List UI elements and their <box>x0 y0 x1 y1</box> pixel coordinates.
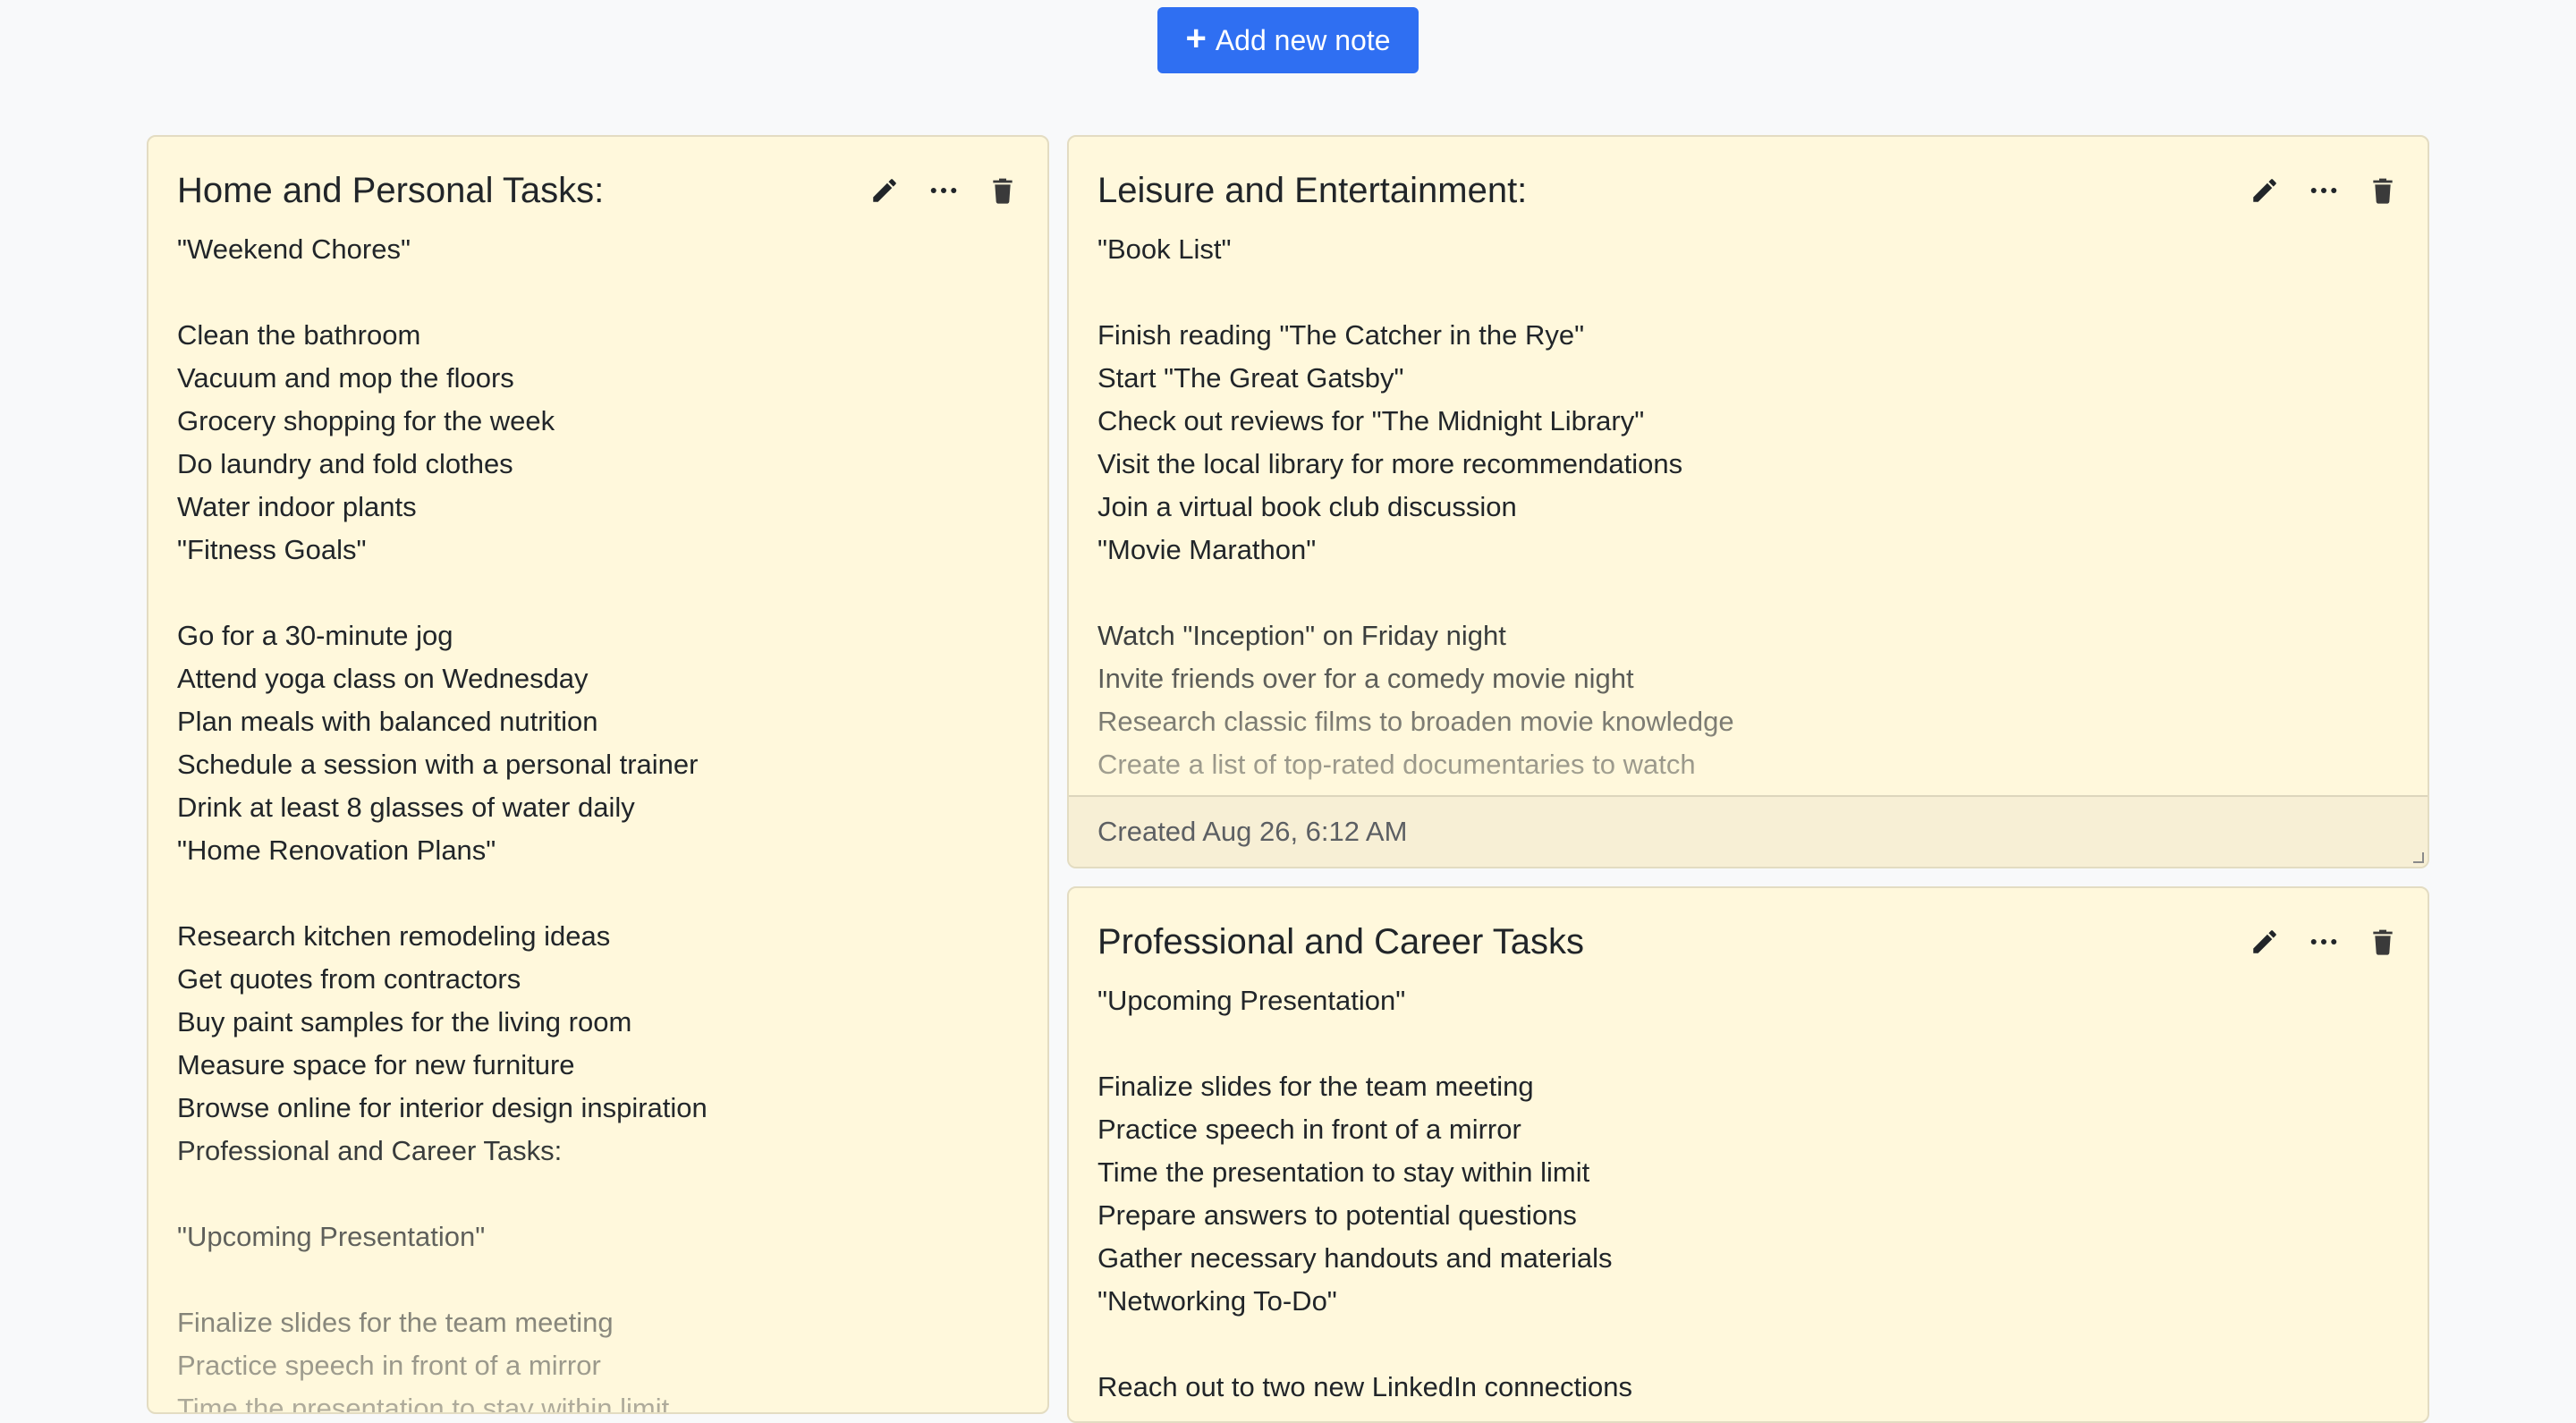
note-line: Invite friends over for a comedy movie n… <box>1097 663 1634 694</box>
note-line: "Upcoming Presentation" <box>1097 985 1406 1016</box>
note-header: Professional and Career Tasks <box>1097 917 2399 967</box>
note-card-leisure: Leisure and Entertainment: "Book List" Fi… <box>1067 135 2429 868</box>
note-line: Do laundry and fold clothes <box>177 448 513 479</box>
note-line: Get quotes from contractors <box>177 963 521 995</box>
note-line: Drink at least 8 glasses of water daily <box>177 792 635 823</box>
add-new-note-button[interactable]: + Add new note <box>1157 7 1419 73</box>
note-line: Prepare answers to potential questions <box>1097 1199 1577 1231</box>
note-line: Practice speech in front of a mirror <box>1097 1114 1521 1145</box>
note-line: Time the presentation to stay within lim… <box>1097 1156 1590 1188</box>
note-header: Leisure and Entertainment: <box>1097 165 2399 216</box>
note-footer: Created Aug 26, 6:12 AM <box>1069 795 2428 867</box>
more-options-icon[interactable] <box>928 174 960 207</box>
note-line: "Networking To-Do" <box>1097 1285 1337 1317</box>
note-line <box>177 271 1019 314</box>
note-line: Visit the local library for more recomme… <box>1097 448 1683 479</box>
note-body: "Upcoming Presentation" Finalize slides f… <box>1097 979 2399 1421</box>
note-line: "Home Renovation Plans" <box>177 834 496 866</box>
note-title: Leisure and Entertainment: <box>1097 170 1528 210</box>
note-line: Reach out to two new LinkedIn connection… <box>1097 1371 1632 1402</box>
trash-icon[interactable] <box>2367 926 2399 958</box>
plus-icon: + <box>1185 19 1207 58</box>
note-line: Professional and Career Tasks: <box>177 1135 563 1166</box>
note-header: Home and Personal Tasks: <box>177 165 1019 216</box>
note-actions <box>2249 174 2399 207</box>
note-line: Research classic films to broaden movie … <box>1097 706 1734 737</box>
trash-icon[interactable] <box>987 174 1019 207</box>
note-line: Check out reviews for "The Midnight Libr… <box>1097 405 1645 436</box>
note-line: Browse online for interior design inspir… <box>177 1092 708 1123</box>
pencil-icon[interactable] <box>869 174 901 207</box>
note-line <box>1097 1323 2399 1366</box>
pencil-icon[interactable] <box>2249 926 2281 958</box>
note-line: Attend yoga class on Wednesday <box>177 663 589 694</box>
note-title: Home and Personal Tasks: <box>177 170 605 210</box>
note-line: Research kitchen remodeling ideas <box>177 920 611 952</box>
note-line: Practice speech in front of a mirror <box>177 1350 601 1381</box>
note-card-home: Home and Personal Tasks: "Weekend Chores… <box>147 135 1049 1414</box>
note-line: "Weekend Chores" <box>177 233 411 265</box>
note-actions <box>2249 926 2399 958</box>
note-body: "Weekend Chores" Clean the bathroom Vacuum… <box>177 228 1019 1412</box>
note-line: Finish reading "The Catcher in the Rye" <box>1097 319 1585 351</box>
note-line: Watch "Inception" on Friday night <box>1097 620 1506 651</box>
note-line: "Book List" <box>1097 233 1232 265</box>
note-line: Time the presentation to stay within lim… <box>177 1393 670 1412</box>
note-line: Gather necessary handouts and materials <box>1097 1242 1613 1274</box>
resize-handle[interactable] <box>2413 852 2424 863</box>
note-line: Buy paint samples for the living room <box>177 1006 632 1038</box>
note-line <box>1097 572 2399 614</box>
note-line: Water indoor plants <box>177 491 417 522</box>
note-line: Create a list of top-rated documentaries… <box>1097 749 1696 780</box>
pencil-icon[interactable] <box>2249 174 2281 207</box>
note-line: Vacuum and mop the floors <box>177 362 514 394</box>
more-options-icon[interactable] <box>2308 926 2340 958</box>
note-line: "Upcoming Presentation" <box>177 1221 486 1252</box>
more-options-icon[interactable] <box>2308 174 2340 207</box>
note-line <box>1097 1022 2399 1065</box>
note-line <box>177 1173 1019 1215</box>
note-line: "Movie Marathon" <box>1097 534 1317 565</box>
note-line: "Fitness Goals" <box>177 534 367 565</box>
note-line: Grocery shopping for the week <box>177 405 555 436</box>
note-line: Go for a 30-minute jog <box>177 620 453 651</box>
note-actions <box>869 174 1019 207</box>
note-line: Measure space for new furniture <box>177 1049 575 1080</box>
trash-icon[interactable] <box>2367 174 2399 207</box>
note-line: Join a virtual book club discussion <box>1097 491 1517 522</box>
note-line: Finalize slides for the team meeting <box>177 1307 614 1338</box>
created-timestamp: Created Aug 26, 6:12 AM <box>1097 816 1408 847</box>
note-line: Plan meals with balanced nutrition <box>177 706 598 737</box>
note-line: Clean the bathroom <box>177 319 421 351</box>
note-card-professional: Professional and Career Tasks "Upcoming … <box>1067 886 2429 1423</box>
note-line: Start "The Great Gatsby" <box>1097 362 1404 394</box>
note-line: Finalize slides for the team meeting <box>1097 1071 1534 1102</box>
note-line: Schedule a session with a personal train… <box>177 749 699 780</box>
note-line <box>177 872 1019 915</box>
note-line <box>1097 271 2399 314</box>
note-line <box>177 1258 1019 1301</box>
note-body: "Book List" Finish reading "The Catcher i… <box>1097 228 2399 793</box>
note-title: Professional and Career Tasks <box>1097 921 1584 961</box>
add-new-note-label: Add new note <box>1215 23 1391 56</box>
note-line <box>177 572 1019 614</box>
